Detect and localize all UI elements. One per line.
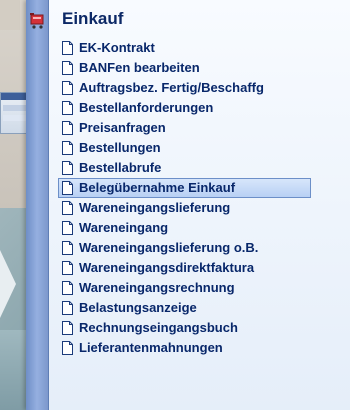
menu-item[interactable]: Belegübernahme Einkauf [58, 178, 311, 198]
menu-item-label: Wareneingangsdirektfaktura [79, 260, 255, 275]
menu-item[interactable]: Wareneingangslieferung o.B. [62, 238, 342, 258]
menu-item[interactable]: Bestellungen [62, 138, 342, 158]
menu-item-label: Bestellabrufe [79, 160, 162, 175]
menu-item-label: Wareneingangslieferung o.B. [79, 240, 259, 255]
menu-item[interactable]: Wareneingangsdirektfaktura [62, 258, 342, 278]
menu-item[interactable]: Belastungsanzeige [62, 298, 342, 318]
menu-item[interactable]: Rechnungseingangsbuch [62, 318, 342, 338]
menu-item-label: Belegübernahme Einkauf [79, 180, 236, 195]
menu-item[interactable]: Bestellanforderungen [62, 98, 342, 118]
document-icon [62, 321, 73, 335]
document-icon [62, 341, 73, 355]
menu-item-label: BANFen bearbeiten [79, 60, 200, 75]
menu-item-label: Auftragsbez. Fertig/Beschaffg [79, 80, 264, 95]
background-arrow-shape [0, 250, 16, 318]
menu-item-label: Lieferantenmahnungen [79, 340, 223, 355]
menu-item-label: EK-Kontrakt [79, 40, 155, 55]
document-icon [62, 261, 73, 275]
document-icon [62, 281, 73, 295]
menu-item[interactable]: Wareneingang [62, 218, 342, 238]
menu-item-label: Wareneingang [79, 220, 169, 235]
shopping-cart-icon [30, 13, 44, 29]
menu-item-label: Belastungsanzeige [79, 300, 197, 315]
document-icon [62, 181, 73, 195]
menu-item-label: Preisanfragen [79, 120, 166, 135]
menu-item[interactable]: Wareneingangsrechnung [62, 278, 342, 298]
menu-item-label: Wareneingangslieferung [79, 200, 231, 215]
menu-item[interactable]: Wareneingangslieferung [62, 198, 342, 218]
menu-item[interactable]: Lieferantenmahnungen [62, 338, 342, 358]
menu-item-label: Bestellungen [79, 140, 161, 155]
menu-item-list: EK-Kontrakt BANFen bearbeiten Auftragsbez.… [58, 38, 342, 358]
document-icon [62, 41, 73, 55]
background-window-corner [0, 0, 20, 30]
document-icon [62, 121, 73, 135]
menu-item-label: Rechnungseingangsbuch [79, 320, 238, 335]
document-icon [62, 141, 73, 155]
menu-item[interactable]: Auftragsbez. Fertig/Beschaffg [62, 78, 342, 98]
document-icon [62, 301, 73, 315]
document-icon [62, 241, 73, 255]
document-icon [62, 81, 73, 95]
document-icon [62, 201, 73, 215]
menu-item[interactable]: EK-Kontrakt [62, 38, 342, 58]
menu-item[interactable]: BANFen bearbeiten [62, 58, 342, 78]
menu-side-strip [26, 0, 49, 410]
menu-item-label: Wareneingangsrechnung [79, 280, 235, 295]
menu-item[interactable]: Preisanfragen [62, 118, 342, 138]
menu-item[interactable]: Bestellabrufe [62, 158, 342, 178]
menu-title: Einkauf [62, 9, 124, 28]
document-icon [62, 161, 73, 175]
document-icon [62, 101, 73, 115]
document-icon [62, 221, 73, 235]
menu-item-label: Bestellanforderungen [79, 100, 214, 115]
document-icon [62, 61, 73, 75]
